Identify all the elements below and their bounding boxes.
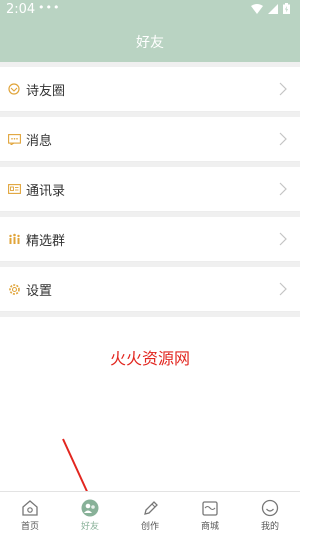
bottom-tab-bar: 首页 好友 创作 商城 我的: [0, 491, 300, 533]
chevron-right-icon: [279, 232, 287, 246]
menu-item-settings[interactable]: 设置: [0, 267, 300, 312]
menu-list: 诗友圈 消息 通讯录 精选群 设置: [0, 62, 300, 317]
system-icons: [251, 3, 290, 14]
page-title: 好友: [136, 35, 164, 51]
tab-label: 我的: [260, 522, 279, 532]
gear-icon: [7, 282, 21, 296]
tab-label: 首页: [20, 522, 39, 532]
home-icon: [22, 500, 38, 516]
menu-item-label: 消息: [26, 134, 53, 149]
menu-item-contacts[interactable]: 通讯录: [0, 167, 300, 212]
signal-icon: [268, 3, 278, 14]
wifi-icon: [251, 3, 263, 14]
tab-friends[interactable]: 好友: [60, 492, 120, 533]
tab-label: 商城: [200, 522, 219, 532]
friends-icon: [81, 499, 99, 517]
tab-shop[interactable]: 商城: [180, 492, 240, 533]
menu-item-label: 设置: [26, 284, 53, 299]
tab-label: 创作: [140, 522, 159, 532]
watermark-text: 火火资源网: [109, 349, 190, 368]
status-bar: 2:04 •••: [0, 0, 300, 20]
chevron-right-icon: [279, 182, 287, 196]
pen-icon: [144, 501, 158, 515]
status-notification-dots: •••: [38, 1, 61, 14]
battery-icon: [283, 3, 290, 14]
chevron-right-icon: [279, 132, 287, 146]
chevron-right-icon: [279, 282, 287, 296]
emoji-face-icon: [7, 82, 21, 96]
tab-me[interactable]: 我的: [240, 492, 300, 533]
group-people-icon: [7, 232, 21, 246]
menu-item-label: 精选群: [26, 234, 66, 249]
chevron-right-icon: [279, 82, 287, 96]
tab-create[interactable]: 创作: [120, 492, 180, 533]
menu-item-messages[interactable]: 消息: [0, 117, 300, 162]
menu-item-label: 通讯录: [26, 184, 66, 199]
smile-face-icon: [261, 499, 279, 517]
menu-item-featured-groups[interactable]: 精选群: [0, 217, 300, 262]
message-icon: [7, 132, 21, 146]
app-header: 2:04 ••• 好友: [0, 0, 300, 62]
tab-label: 好友: [80, 522, 99, 532]
status-time: 2:04: [6, 2, 36, 17]
menu-item-label: 诗友圈: [26, 84, 66, 99]
shop-icon: [202, 501, 218, 516]
contacts-card-icon: [7, 182, 21, 196]
tab-home[interactable]: 首页: [0, 492, 60, 533]
menu-item-poet-circle[interactable]: 诗友圈: [0, 67, 300, 112]
